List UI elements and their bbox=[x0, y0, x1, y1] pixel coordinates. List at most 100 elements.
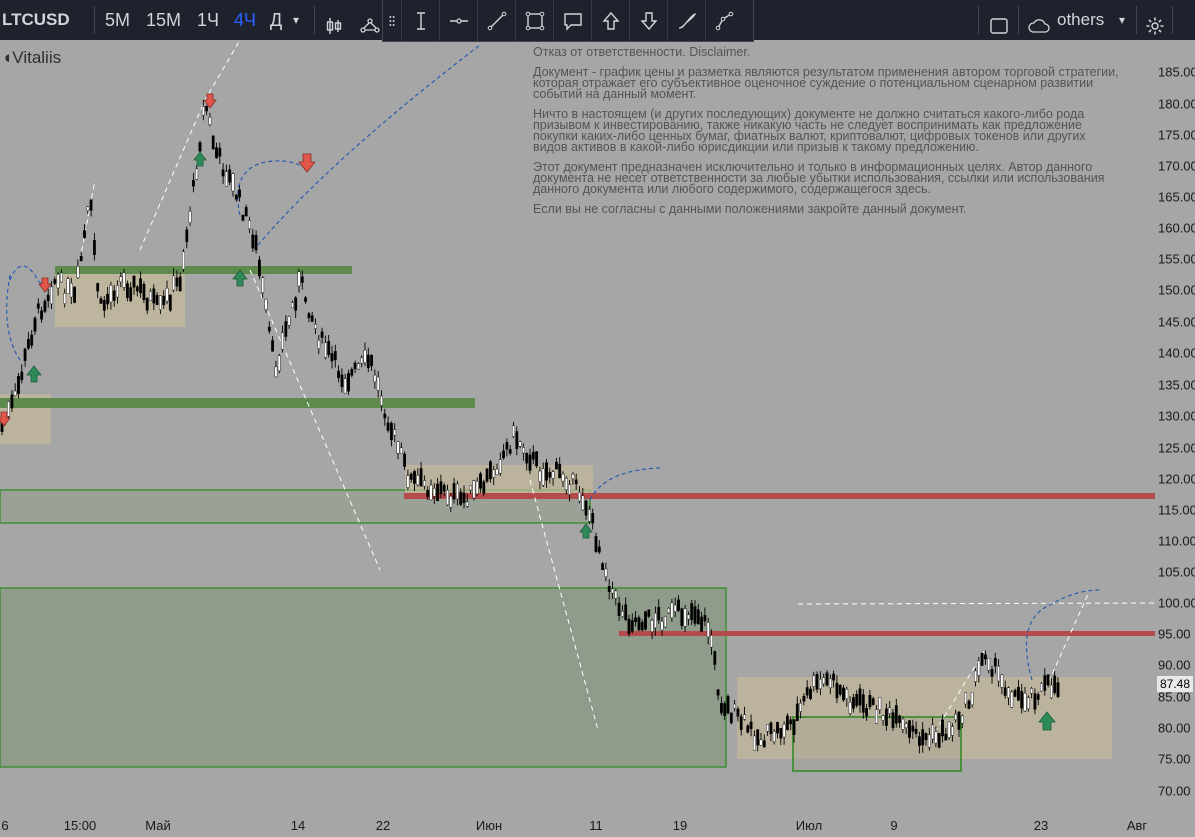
vertical-line-tool-icon[interactable] bbox=[401, 0, 440, 41]
candle-body bbox=[531, 451, 535, 460]
candle-body bbox=[663, 616, 667, 628]
price-axis-label: 165.00 bbox=[1158, 189, 1195, 205]
time-axis-label: 11 bbox=[589, 818, 603, 833]
arrow-down-tool-icon[interactable] bbox=[629, 0, 668, 41]
candle-body bbox=[551, 471, 555, 479]
candle-body bbox=[1010, 691, 1014, 708]
candle-body bbox=[852, 697, 855, 709]
candle-body bbox=[436, 483, 439, 502]
separator bbox=[314, 6, 315, 34]
callout-tool-icon[interactable] bbox=[553, 0, 592, 41]
interval-5m[interactable]: 5М bbox=[105, 0, 130, 40]
fullscreen-icon[interactable] bbox=[989, 10, 1009, 34]
interval-dropdown-icon[interactable]: ▾ bbox=[293, 0, 299, 40]
candle-body bbox=[627, 618, 631, 635]
candle-body bbox=[786, 715, 789, 730]
candle-body bbox=[66, 278, 70, 295]
candle-body bbox=[960, 715, 964, 724]
candle-body bbox=[937, 732, 941, 748]
candle-body bbox=[954, 713, 958, 721]
candle-body bbox=[23, 348, 27, 361]
candle-body bbox=[805, 687, 809, 696]
candle-body bbox=[1040, 683, 1043, 692]
time-axis-label: Май bbox=[145, 818, 171, 833]
candle-body bbox=[987, 657, 991, 671]
candle-body bbox=[802, 696, 806, 702]
time-axis-label: 15:00 bbox=[63, 818, 97, 833]
candle-body bbox=[957, 711, 961, 730]
candle-body bbox=[469, 485, 472, 491]
arrow-down-icon bbox=[203, 93, 217, 109]
candle-body bbox=[845, 689, 849, 699]
candle-body bbox=[594, 536, 598, 552]
time-axis[interactable]: 6 15:00 Май 14 22 Июн 11 19 Июл 9 23 Авг bbox=[0, 810, 1155, 837]
candle-body bbox=[43, 300, 47, 312]
candle-body bbox=[505, 442, 509, 450]
candle-body bbox=[419, 468, 423, 487]
brush-tool-icon[interactable] bbox=[667, 0, 706, 41]
price-axis-label: 105.00 bbox=[1158, 564, 1195, 580]
candle-body bbox=[990, 669, 994, 677]
cloud-icon[interactable] bbox=[1026, 10, 1052, 33]
separator bbox=[94, 6, 95, 34]
top-toolbar: LTCUSD 5М 15М 1Ч 4Ч Д ▾ others ▾ bbox=[0, 0, 1195, 42]
candle-body bbox=[568, 484, 572, 495]
candle-body bbox=[228, 169, 232, 183]
candle-body bbox=[426, 490, 430, 497]
candle-body bbox=[571, 474, 575, 479]
separator bbox=[978, 6, 979, 34]
candle-body bbox=[964, 692, 968, 705]
white-dashed-level-100 bbox=[797, 602, 1155, 605]
candle-body bbox=[347, 373, 350, 392]
candle-body bbox=[291, 302, 294, 309]
interval-4h[interactable]: 4Ч bbox=[234, 0, 256, 40]
candle-body bbox=[155, 294, 159, 306]
candle-body bbox=[809, 688, 812, 699]
price-axis[interactable]: 185.00 180.00 175.00 170.00 165.00 160.00 155.… bbox=[1155, 40, 1195, 810]
trend-line-tool-icon[interactable] bbox=[477, 0, 516, 41]
candle-body bbox=[456, 483, 459, 500]
candle-body bbox=[739, 716, 743, 730]
layout-name[interactable]: others bbox=[1057, 0, 1104, 40]
layout-dropdown-icon[interactable]: ▾ bbox=[1119, 0, 1125, 40]
rectangle-tool-icon[interactable] bbox=[515, 0, 554, 41]
candle-body bbox=[604, 568, 608, 577]
candle-body bbox=[898, 715, 902, 723]
candle-body bbox=[406, 475, 410, 488]
candle-body bbox=[102, 300, 106, 311]
candle-body bbox=[370, 355, 373, 367]
candle-body bbox=[99, 298, 103, 304]
candle-body bbox=[459, 491, 463, 505]
interval-1d[interactable]: Д bbox=[270, 0, 282, 40]
white-dashed-path-2 bbox=[79, 179, 96, 261]
candle-body bbox=[1003, 687, 1007, 696]
candle-body bbox=[677, 599, 680, 611]
indicators-icon[interactable] bbox=[358, 10, 382, 33]
candle-body bbox=[145, 298, 149, 311]
drag-handle-icon[interactable] bbox=[383, 0, 401, 41]
support-line-155 bbox=[55, 266, 352, 274]
candle-body bbox=[30, 334, 34, 346]
candle-body bbox=[878, 697, 882, 711]
candle-body bbox=[297, 271, 301, 287]
candle-body bbox=[588, 509, 591, 522]
path-tool-icon[interactable] bbox=[705, 0, 744, 41]
candle-body bbox=[875, 709, 878, 724]
horizontal-line-tool-icon[interactable] bbox=[439, 0, 478, 41]
candles-chart-type-icon[interactable] bbox=[324, 10, 344, 34]
arrow-down-icon bbox=[38, 277, 52, 293]
settings-gear-icon[interactable] bbox=[1145, 10, 1165, 35]
candle-body bbox=[974, 670, 977, 682]
interval-1h[interactable]: 1Ч bbox=[197, 0, 219, 40]
interval-15m[interactable]: 15М bbox=[146, 0, 181, 40]
candle-body bbox=[667, 608, 671, 614]
candle-body bbox=[50, 286, 53, 305]
candle-body bbox=[921, 729, 925, 746]
candle-body bbox=[908, 720, 911, 738]
symbol-name[interactable]: LTCUSD bbox=[2, 0, 70, 40]
candle-body bbox=[977, 660, 981, 676]
candle-body bbox=[33, 317, 37, 332]
white-dashed-path-6 bbox=[1044, 589, 1091, 691]
candle-body bbox=[63, 293, 67, 304]
arrow-up-tool-icon[interactable] bbox=[591, 0, 630, 41]
